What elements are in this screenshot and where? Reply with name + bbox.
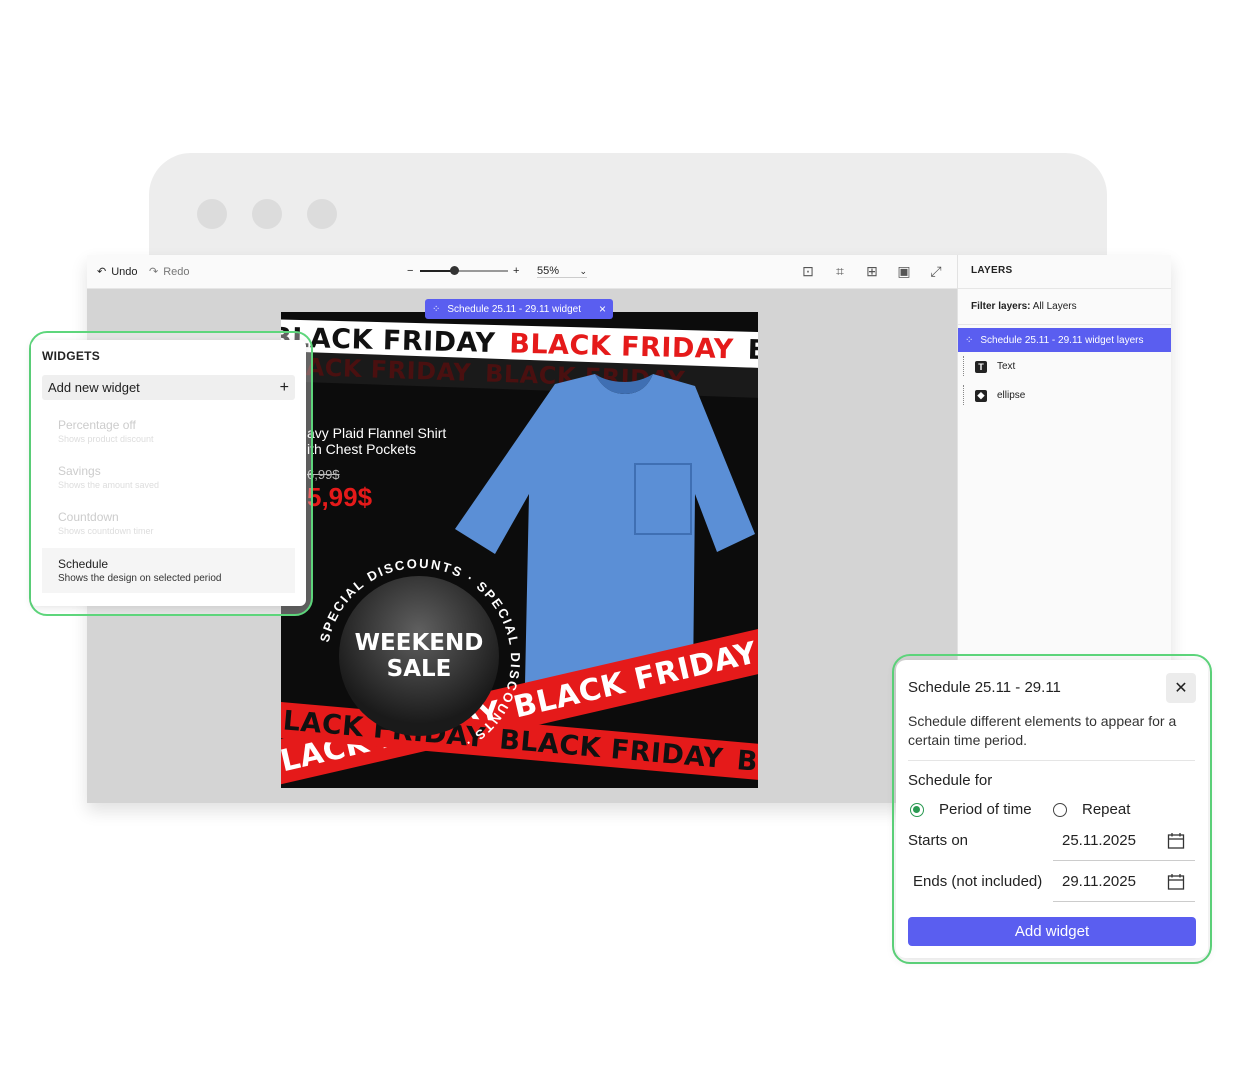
add-frame-icon[interactable]: ⊞ [863, 262, 881, 280]
widget-tag[interactable]: ⁘ Schedule 25.11 - 29.11 widget × [425, 299, 613, 319]
radio-repeat[interactable]: Repeat [1053, 801, 1130, 818]
badge-text: WEEKEND SALE [354, 630, 484, 682]
calendar-icon[interactable] [1167, 832, 1185, 850]
layer-item-text[interactable]: T Text [958, 352, 1171, 381]
close-icon: ✕ [1174, 680, 1188, 697]
window-dot-icon [252, 199, 282, 229]
add-widget-button[interactable]: Add widget [908, 917, 1196, 946]
layers-heading: LAYERS [958, 255, 1171, 289]
design-canvas[interactable]: BLACK FRIDAYBLACK FRIDAYBLACK FRIDAY BLA… [281, 312, 758, 788]
schedule-description: Schedule different elements to appear fo… [908, 713, 1177, 748]
window-dot-icon [197, 199, 227, 229]
fullscreen-icon[interactable]: ⤢ [927, 262, 945, 280]
product-title: avy Plaid Flannel Shirt ith Chest Pocket… [307, 425, 447, 457]
text-layer-icon: T [975, 360, 987, 373]
zoom-in-button[interactable]: + [513, 265, 519, 277]
widget-option-schedule[interactable]: Schedule Shows the design on selected pe… [58, 557, 221, 584]
widget-icon: ⁘ [432, 303, 441, 315]
layer-item-ellipse[interactable]: ◆ ellipse [958, 381, 1171, 410]
widget-option-savings[interactable]: Savings Shows the amount saved [58, 464, 159, 490]
plus-icon: + [279, 378, 289, 396]
layers-filter[interactable]: Filter layers: All Layers [958, 289, 1171, 325]
schedule-for-label: Schedule for [908, 772, 993, 789]
preview-icon[interactable]: ▣ [895, 262, 913, 280]
widget-option-percentage[interactable]: Percentage off Shows product discount [58, 418, 154, 444]
radio-unselected-icon [1053, 802, 1067, 817]
widget-icon: ⁘ [965, 334, 974, 346]
window-dot-icon [307, 199, 337, 229]
close-icon[interactable]: × [599, 302, 606, 316]
widget-option-countdown[interactable]: Countdown Shows countdown timer [58, 510, 154, 536]
date-underline [1053, 860, 1195, 861]
undo-button[interactable]: ↶ Undo [97, 265, 138, 279]
divider [908, 760, 1195, 761]
new-price: 5,99$ [307, 482, 373, 512]
starts-date-input[interactable]: 25.11.2025 [1062, 832, 1136, 849]
radio-period[interactable]: Period of time [910, 801, 1032, 818]
ends-date-input[interactable]: 29.11.2025 [1062, 873, 1136, 890]
zoom-slider[interactable] [420, 270, 508, 272]
date-underline [1053, 901, 1195, 902]
ends-label: Ends (not included) [913, 873, 1043, 890]
editor-toolbar: ↶ Undo ↷ Redo − + 55% ⌄ ⊡ ⌗ ⊞ ▣ ⤢ [87, 255, 957, 289]
zoom-out-button[interactable]: − [407, 265, 413, 277]
layer-item-widget[interactable]: ⁘ Schedule 25.11 - 29.11 widget layers [958, 328, 1171, 352]
calendar-icon[interactable] [1167, 873, 1185, 891]
widgets-heading: WIDGETS [42, 349, 101, 363]
redo-icon: ↷ [149, 266, 159, 278]
starts-label: Starts on [908, 832, 969, 849]
zoom-slider-handle[interactable] [450, 266, 459, 275]
chevron-down-icon: ⌄ [579, 265, 587, 276]
schedule-title: Schedule 25.11 - 29.11 [908, 679, 1061, 696]
undo-icon: ↶ [97, 266, 107, 278]
crop-icon[interactable]: ⌗ [831, 262, 849, 280]
widgets-panel: WIDGETS Add new widget + Percentage off … [31, 340, 306, 606]
shape-layer-icon: ◆ [975, 389, 987, 402]
zoom-select[interactable]: 55% ⌄ [537, 265, 587, 278]
redo-button[interactable]: ↷ Redo [149, 265, 190, 279]
radio-selected-icon [910, 802, 924, 817]
add-new-widget-button[interactable]: Add new widget + [42, 375, 295, 400]
schedule-panel: Schedule 25.11 - 29.11 ✕ Schedule differ… [896, 660, 1208, 958]
focus-icon[interactable]: ⊡ [799, 262, 817, 280]
close-button[interactable]: ✕ [1166, 673, 1196, 703]
